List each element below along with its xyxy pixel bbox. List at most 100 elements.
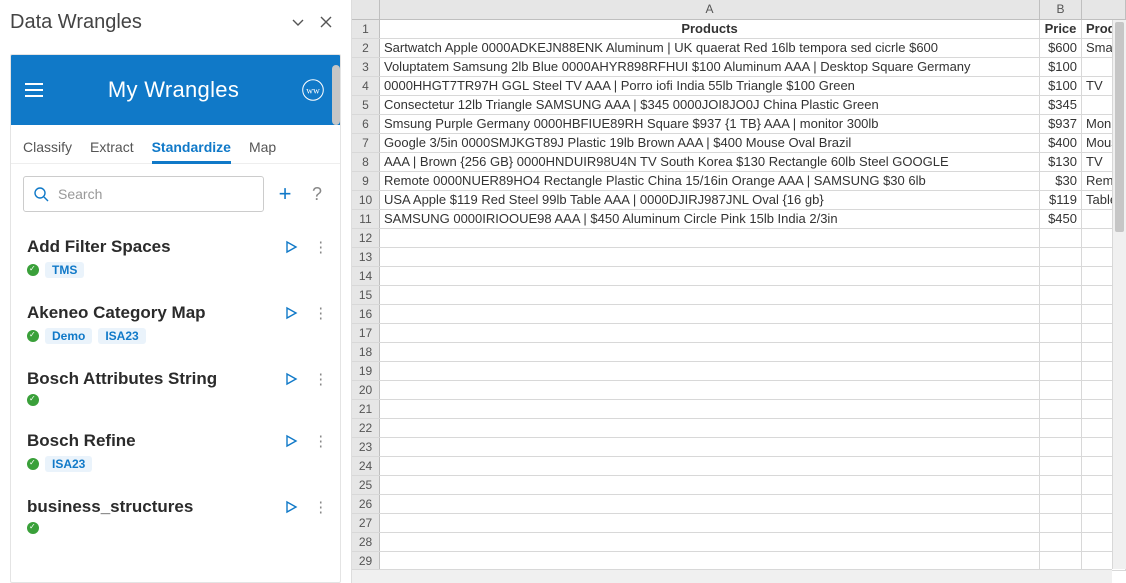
cell[interactable] xyxy=(380,495,1040,513)
row-number[interactable]: 23 xyxy=(352,438,380,456)
row-number[interactable]: 28 xyxy=(352,533,380,551)
cell[interactable] xyxy=(1040,495,1082,513)
cell[interactable] xyxy=(380,362,1040,380)
run-icon[interactable] xyxy=(280,430,302,452)
vertical-scrollbar[interactable] xyxy=(1112,20,1126,569)
data-row[interactable]: 6Smsung Purple Germany 0000HBFIUE89RH Sq… xyxy=(352,115,1126,134)
data-row[interactable]: 2Sartwatch Apple 0000ADKEJN88ENK Aluminu… xyxy=(352,39,1126,58)
more-icon[interactable]: ⋮ xyxy=(310,430,332,452)
data-row[interactable]: 11SAMSUNG 0000IRIOOUE98 AAA | $450 Alumi… xyxy=(352,210,1126,229)
row-number[interactable]: 24 xyxy=(352,457,380,475)
row-number[interactable]: 2 xyxy=(352,39,380,57)
row-number[interactable]: 14 xyxy=(352,267,380,285)
cell[interactable]: $937 xyxy=(1040,115,1082,133)
tab-map[interactable]: Map xyxy=(249,135,276,163)
ww-logo-icon[interactable]: ww xyxy=(300,77,326,103)
row-number[interactable]: 7 xyxy=(352,134,380,152)
menu-icon[interactable] xyxy=(25,79,47,101)
more-icon[interactable]: ⋮ xyxy=(310,368,332,390)
cell[interactable]: SAMSUNG 0000IRIOOUE98 AAA | $450 Aluminu… xyxy=(380,210,1040,228)
cell[interactable] xyxy=(1040,362,1082,380)
column-header-A[interactable]: A xyxy=(380,0,1040,19)
add-wrangle-button[interactable]: + xyxy=(274,183,296,205)
data-row[interactable]: 26 xyxy=(352,495,1126,514)
row-number[interactable]: 22 xyxy=(352,419,380,437)
cell[interactable] xyxy=(380,229,1040,247)
cell[interactable]: Voluptatem Samsung 2lb Blue 0000AHYR898R… xyxy=(380,58,1040,76)
cell[interactable]: $100 xyxy=(1040,77,1082,95)
row-number[interactable]: 1 xyxy=(352,20,380,38)
row-number[interactable]: 4 xyxy=(352,77,380,95)
cell[interactable]: $30 xyxy=(1040,172,1082,190)
data-row[interactable]: 20 xyxy=(352,381,1126,400)
cell[interactable] xyxy=(380,476,1040,494)
wrangle-item[interactable]: Bosch Refine⋮ISA23 xyxy=(23,420,336,486)
cell[interactable] xyxy=(380,248,1040,266)
select-all-corner[interactable] xyxy=(352,0,380,19)
row-number[interactable]: 26 xyxy=(352,495,380,513)
cell[interactable] xyxy=(380,305,1040,323)
more-icon[interactable]: ⋮ xyxy=(310,496,332,518)
cell[interactable]: Products xyxy=(380,20,1040,38)
data-row[interactable]: 19 xyxy=(352,362,1126,381)
cell[interactable] xyxy=(1040,533,1082,551)
data-row[interactable]: 3Voluptatem Samsung 2lb Blue 0000AHYR898… xyxy=(352,58,1126,77)
data-row[interactable]: 23 xyxy=(352,438,1126,457)
row-number[interactable]: 6 xyxy=(352,115,380,133)
cell[interactable] xyxy=(1040,343,1082,361)
cell[interactable] xyxy=(1040,229,1082,247)
data-row[interactable]: 8AAA | Brown {256 GB} 0000HNDUIR98U4N TV… xyxy=(352,153,1126,172)
collapse-icon[interactable] xyxy=(287,11,309,33)
more-icon[interactable]: ⋮ xyxy=(310,236,332,258)
data-row[interactable]: 7Google 3/5in 0000SMJKGT89J Plastic 19lb… xyxy=(352,134,1126,153)
cell[interactable] xyxy=(1040,381,1082,399)
cell[interactable]: AAA | Brown {256 GB} 0000HNDUIR98U4N TV … xyxy=(380,153,1040,171)
vertical-scroll-thumb[interactable] xyxy=(1115,22,1124,232)
tab-standardize[interactable]: Standardize xyxy=(152,135,231,163)
cell[interactable] xyxy=(380,438,1040,456)
row-number[interactable]: 17 xyxy=(352,324,380,342)
cell[interactable] xyxy=(1040,248,1082,266)
cell[interactable]: $130 xyxy=(1040,153,1082,171)
column-header-C[interactable] xyxy=(1082,0,1126,19)
cell[interactable] xyxy=(380,381,1040,399)
row-number[interactable]: 15 xyxy=(352,286,380,304)
cell[interactable]: Sartwatch Apple 0000ADKEJN88ENK Aluminum… xyxy=(380,39,1040,57)
cell[interactable] xyxy=(1040,514,1082,532)
cell[interactable] xyxy=(380,552,1040,570)
row-number[interactable]: 13 xyxy=(352,248,380,266)
cell[interactable] xyxy=(1040,400,1082,418)
cell[interactable] xyxy=(380,324,1040,342)
data-row[interactable]: 12 xyxy=(352,229,1126,248)
header-row[interactable]: 1ProductsPriceProd xyxy=(352,20,1126,39)
data-row[interactable]: 28 xyxy=(352,533,1126,552)
row-number[interactable]: 12 xyxy=(352,229,380,247)
cell[interactable] xyxy=(380,267,1040,285)
card-scrollbar[interactable] xyxy=(332,65,340,125)
cell[interactable] xyxy=(380,400,1040,418)
cell[interactable] xyxy=(1040,324,1082,342)
row-number[interactable]: 20 xyxy=(352,381,380,399)
wrangle-item[interactable]: business_structures⋮ xyxy=(23,486,336,548)
data-row[interactable]: 15 xyxy=(352,286,1126,305)
data-row[interactable]: 27 xyxy=(352,514,1126,533)
more-icon[interactable]: ⋮ xyxy=(310,302,332,324)
cell[interactable]: Price xyxy=(1040,20,1082,38)
data-row[interactable]: 5Consectetur 12lb Triangle SAMSUNG AAA |… xyxy=(352,96,1126,115)
cell[interactable]: $345 xyxy=(1040,96,1082,114)
tag[interactable]: TMS xyxy=(45,262,84,278)
row-number[interactable]: 5 xyxy=(352,96,380,114)
row-number[interactable]: 16 xyxy=(352,305,380,323)
cell[interactable] xyxy=(1040,476,1082,494)
row-number[interactable]: 8 xyxy=(352,153,380,171)
tag[interactable]: Demo xyxy=(45,328,92,344)
data-row[interactable]: 13 xyxy=(352,248,1126,267)
cell[interactable] xyxy=(1040,552,1082,570)
cell[interactable] xyxy=(380,533,1040,551)
cell[interactable]: Google 3/5in 0000SMJKGT89J Plastic 19lb … xyxy=(380,134,1040,152)
run-icon[interactable] xyxy=(280,302,302,324)
cell[interactable] xyxy=(1040,457,1082,475)
cell[interactable] xyxy=(1040,267,1082,285)
row-number[interactable]: 27 xyxy=(352,514,380,532)
cell[interactable]: Remote 0000NUER89HO4 Rectangle Plastic C… xyxy=(380,172,1040,190)
